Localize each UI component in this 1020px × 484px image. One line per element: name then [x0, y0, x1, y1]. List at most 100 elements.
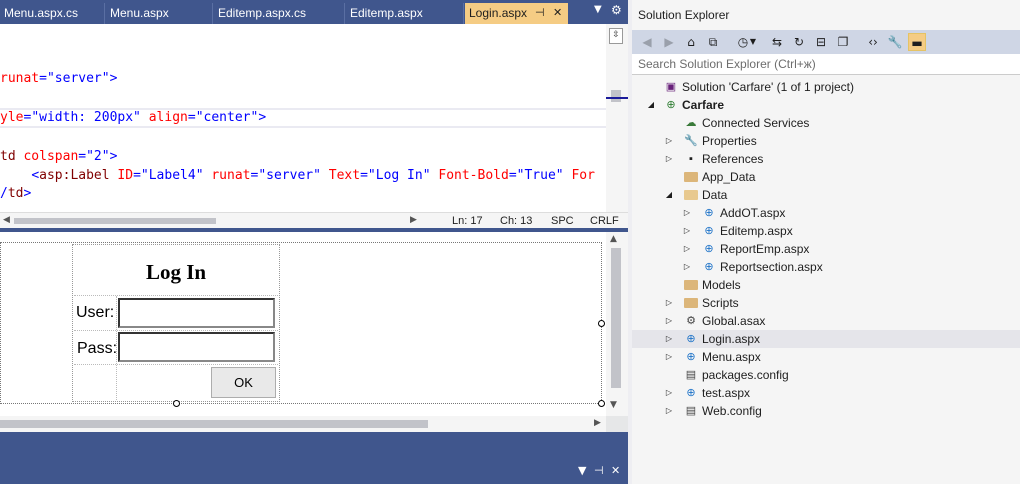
tree-item-carfare[interactable]: ◢ ⊕ Carfare: [632, 96, 1020, 114]
resize-handle[interactable]: [598, 400, 605, 407]
tree-item-properties[interactable]: ▷ 🔧 Properties: [632, 132, 1020, 150]
pass-input[interactable]: [118, 332, 275, 362]
collapsed-arrow-icon[interactable]: ▷: [682, 222, 692, 240]
collapsed-arrow-icon[interactable]: ▷: [664, 384, 674, 402]
scroll-position-marker: [606, 97, 628, 99]
code-token: Text: [328, 168, 361, 183]
scroll-left-icon[interactable]: ◀: [3, 214, 10, 225]
resize-handle[interactable]: [173, 400, 180, 407]
tab-login-aspx[interactable]: Login.aspx ⊣ ✕: [465, 3, 568, 24]
forward-icon[interactable]: ▶: [660, 33, 678, 51]
pin-icon[interactable]: ⊣: [594, 464, 604, 477]
collapsed-arrow-icon[interactable]: ▷: [682, 258, 692, 276]
collapsed-arrow-icon[interactable]: ▷: [682, 240, 692, 258]
dropdown-icon[interactable]: ▼: [578, 464, 586, 477]
collapsed-arrow-icon[interactable]: ▷: [664, 150, 674, 168]
user-input[interactable]: [118, 298, 275, 328]
resize-handle[interactable]: [598, 320, 605, 327]
web-icon: ⊕: [704, 261, 714, 273]
folder-open-icon: [684, 190, 698, 200]
tree-item-models[interactable]: Models: [632, 276, 1020, 294]
code-token: td: [0, 149, 16, 164]
show-all-files-icon[interactable]: ❐: [834, 33, 852, 51]
design-horizontal-scroll-thumb[interactable]: [0, 420, 428, 428]
tab-editemp-aspx[interactable]: Editemp.aspx: [346, 3, 464, 24]
cloud-icon: ☁: [685, 117, 697, 129]
tree-item-test-aspx[interactable]: ▷ ⊕ test.aspx: [632, 384, 1020, 402]
tab-editemp-aspx-cs[interactable]: Editemp.aspx.cs: [214, 3, 345, 24]
code-token: =: [508, 168, 517, 183]
expanded-arrow-icon[interactable]: ◢: [664, 186, 674, 204]
close-icon[interactable]: ✕: [611, 464, 620, 477]
solution-explorer-search-input[interactable]: Search Solution Explorer (Ctrl+ж): [632, 54, 1020, 75]
line-number: Ln: 17: [452, 215, 483, 227]
tree-item-addot-aspx[interactable]: ▷ ⊕ AddOT.aspx: [632, 204, 1020, 222]
scroll-down-icon[interactable]: ▼: [610, 400, 617, 410]
collapsed-arrow-icon[interactable]: ▷: [664, 132, 674, 150]
folder-icon: [684, 280, 698, 290]
collapsed-arrow-icon[interactable]: ▷: [664, 330, 674, 348]
tree-item-reportsection-aspx[interactable]: ▷ ⊕ Reportsection.aspx: [632, 258, 1020, 276]
config-icon: ▤: [685, 369, 697, 381]
collapsed-arrow-icon[interactable]: ▷: [664, 402, 674, 420]
code-editor[interactable]: runat="server"> yle="width: 200px" align…: [0, 24, 606, 212]
view-code-icon[interactable]: ‹›: [864, 33, 882, 51]
collapsed-arrow-icon[interactable]: ▷: [664, 312, 674, 330]
tree-item-label: Login.aspx: [702, 332, 761, 346]
pin-icon[interactable]: ⊣: [535, 3, 545, 24]
code-token: yle: [0, 110, 24, 125]
tree-item-scripts[interactable]: ▷ Scripts: [632, 294, 1020, 312]
properties-wrench-icon[interactable]: 🔧: [886, 33, 904, 51]
tree-item-label: Scripts: [702, 296, 739, 310]
design-horizontal-scrollbar[interactable]: ▶: [0, 416, 606, 432]
scrollbar-corner: [606, 416, 628, 432]
tree-item-references[interactable]: ▷ ▪ References: [632, 150, 1020, 168]
tab-menu-aspx[interactable]: Menu.aspx: [106, 3, 213, 24]
collapsed-arrow-icon[interactable]: ▷: [682, 204, 692, 222]
back-icon[interactable]: ◀: [638, 33, 656, 51]
code-token: /: [0, 186, 8, 201]
code-scroll-thumb[interactable]: [611, 90, 621, 102]
close-icon[interactable]: ✕: [553, 3, 562, 24]
code-token: align: [148, 110, 188, 125]
switch-views-icon[interactable]: ⧉: [704, 33, 722, 51]
solution-explorer-title: Solution Explorer: [632, 0, 1020, 30]
tree-item-reportemp-aspx[interactable]: ▷ ⊕ ReportEmp.aspx: [632, 240, 1020, 258]
home-icon[interactable]: ⌂: [682, 33, 700, 51]
tree-item-menu-aspx[interactable]: ▷ ⊕ Menu.aspx: [632, 348, 1020, 366]
code-token: >: [109, 149, 118, 164]
scroll-up-icon[interactable]: ▲: [610, 234, 617, 244]
collapsed-arrow-icon[interactable]: ▷: [664, 294, 674, 312]
tab-list-dropdown-icon[interactable]: ▼: [594, 4, 602, 15]
ok-button[interactable]: OK: [211, 367, 276, 398]
tree-item-global-asax[interactable]: ▷ ⚙ Global.asax: [632, 312, 1020, 330]
tree-item-web-config[interactable]: ▷ ▤ Web.config: [632, 402, 1020, 420]
tree-item-app-data[interactable]: App_Data: [632, 168, 1020, 186]
split-window-icon[interactable]: ⇳: [609, 28, 623, 44]
gear-icon[interactable]: ⚙: [611, 3, 622, 17]
preview-icon[interactable]: ▬: [908, 33, 926, 51]
design-scroll-thumb[interactable]: [611, 248, 621, 388]
code-horizontal-scroll-thumb[interactable]: [14, 218, 216, 224]
collapsed-arrow-icon[interactable]: ▷: [664, 348, 674, 366]
tab-menu-aspx-cs[interactable]: Menu.aspx.cs: [0, 3, 105, 24]
tree-item-editemp-aspx[interactable]: ▷ ⊕ Editemp.aspx: [632, 222, 1020, 240]
solution-tree: ▣ Solution 'Carfare' (1 of 1 project) ◢ ⊕ Ca…: [632, 77, 1020, 484]
code-token: runat: [211, 168, 251, 183]
design-view[interactable]: Log In User: Pass: OK: [0, 232, 606, 416]
refresh-icon[interactable]: ↻: [790, 33, 808, 51]
expanded-arrow-icon[interactable]: ◢: [646, 96, 656, 114]
pass-label: Pass:: [77, 340, 118, 357]
tree-item-solution-carfare-1-of-1-project[interactable]: ▣ Solution 'Carfare' (1 of 1 project): [632, 78, 1020, 96]
sync-icon[interactable]: ⇆: [768, 33, 786, 51]
tree-item-connected-services[interactable]: ☁ Connected Services: [632, 114, 1020, 132]
references-icon: ▪: [689, 153, 693, 165]
tree-item-login-aspx[interactable]: ▷ ⊕ Login.aspx: [632, 330, 1020, 348]
tree-item-data[interactable]: ◢ Data: [632, 186, 1020, 204]
chevron-down-icon[interactable]: ▼: [748, 33, 758, 51]
scroll-right-icon[interactable]: ▶: [594, 418, 601, 428]
code-vertical-scrollbar[interactable]: [606, 24, 628, 212]
tree-item-packages-config[interactable]: ▤ packages.config: [632, 366, 1020, 384]
scroll-right-icon[interactable]: ▶: [410, 214, 417, 225]
collapse-all-icon[interactable]: ⊟: [812, 33, 830, 51]
